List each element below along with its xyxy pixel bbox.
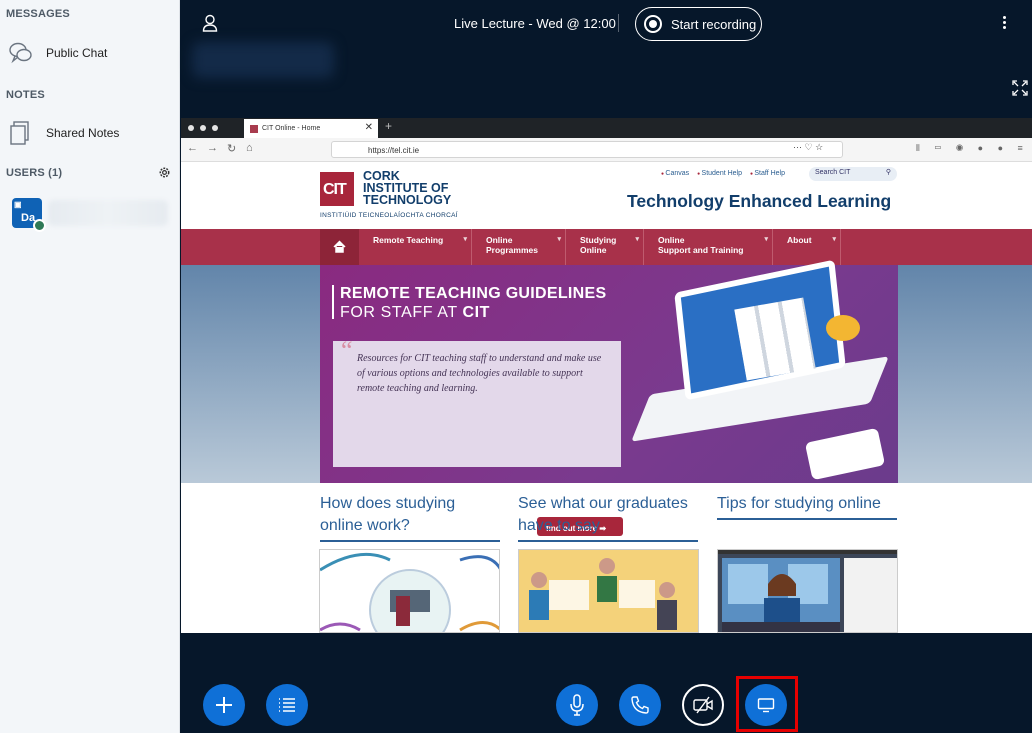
plus-icon bbox=[216, 697, 232, 713]
institute-irish-name: INSTITIÚID TEICNEOLAÍOCHTA CHORCAÍ bbox=[320, 212, 458, 219]
quote-text: Resources for CIT teaching staff to unde… bbox=[357, 353, 602, 394]
screenshare-view[interactable]: CIT Online - Home ✕ + ← → ↻ ⌂ https://te… bbox=[181, 118, 1032, 633]
user-list-item[interactable]: ▣ Da bbox=[8, 194, 174, 234]
site-title: Technology Enhanced Learning bbox=[627, 191, 892, 211]
microphone-icon bbox=[570, 694, 584, 716]
fullscreen-icon[interactable] bbox=[1012, 80, 1028, 96]
record-label: Start recording bbox=[671, 16, 757, 32]
meeting-title: Live Lecture - Wed @ 12:00 bbox=[454, 16, 616, 31]
audio-phone-button[interactable] bbox=[619, 684, 661, 726]
shared-notes-label: Shared Notes bbox=[46, 126, 120, 140]
toolbar-extensions-icon: ⫴ ▭ ◉ ● ● ≡ bbox=[916, 143, 1029, 153]
browser-toolbar: ← → ↻ ⌂ https://tel.cit.ie ··· ♡ ☆ ⫴ ▭ ◉… bbox=[181, 138, 1032, 162]
public-chat-label: Public Chat bbox=[46, 46, 108, 60]
new-tab-icon: + bbox=[385, 119, 393, 133]
nav-studying-online: Studying Online bbox=[566, 229, 644, 265]
url-text: https://tel.cit.ie bbox=[368, 146, 420, 155]
user-name-blurred bbox=[48, 200, 168, 226]
presenter-name-blurred bbox=[192, 42, 334, 78]
nav-online-support: Online Support and Training bbox=[644, 229, 773, 265]
user-icon[interactable] bbox=[202, 14, 218, 32]
actions-button[interactable] bbox=[203, 684, 245, 726]
studying-illustration bbox=[319, 549, 500, 633]
hero-subheading: FOR STAFF AT CIT bbox=[340, 304, 491, 321]
window-minimize-dot bbox=[200, 125, 206, 131]
nav-home-icon bbox=[320, 229, 359, 265]
presenter-icon: ▣ bbox=[14, 200, 22, 209]
utility-links: Canvas Student Help Staff Help bbox=[661, 170, 791, 177]
public-chat-item[interactable]: Public Chat bbox=[8, 36, 174, 70]
site-search-input: Search CIT ⚲ bbox=[809, 167, 897, 181]
shared-notes-item[interactable]: Shared Notes bbox=[8, 116, 174, 150]
cit-logo: CIT bbox=[320, 172, 354, 206]
link-student-help: Student Help bbox=[697, 170, 742, 177]
home-icon: ⌂ bbox=[246, 142, 253, 154]
close-tab-icon: ✕ bbox=[364, 122, 373, 133]
graduates-illustration bbox=[518, 549, 699, 633]
books-illustration bbox=[734, 297, 816, 381]
polls-list-button[interactable] bbox=[266, 684, 308, 726]
column-heading-graduates: See what our graduates have to say bbox=[518, 493, 698, 542]
messages-heading: MESSAGES bbox=[6, 8, 70, 20]
start-recording-button[interactable]: Start recording bbox=[635, 7, 762, 41]
browser-tab-bar: CIT Online - Home ✕ + bbox=[181, 118, 1032, 138]
window-close-dot bbox=[188, 125, 194, 131]
camera-button[interactable] bbox=[682, 684, 724, 726]
sidebar: MESSAGES Public Chat NOTES Shared Notes … bbox=[0, 0, 180, 733]
conference-app: MESSAGES Public Chat NOTES Shared Notes … bbox=[0, 0, 1032, 733]
tablet-illustration bbox=[804, 427, 886, 481]
nav-remote-teaching: Remote Teaching bbox=[359, 229, 472, 265]
column-heading-tips: Tips for studying online bbox=[717, 493, 897, 520]
gear-icon[interactable] bbox=[157, 165, 172, 180]
hero-accent-bar bbox=[332, 285, 334, 319]
favicon-icon bbox=[250, 124, 258, 133]
list-icon bbox=[279, 698, 295, 712]
site-nav: Remote Teaching Online Programmes Studyi… bbox=[181, 229, 1032, 265]
record-icon bbox=[644, 15, 662, 33]
nav-about: About bbox=[773, 229, 841, 265]
link-staff-help: Staff Help bbox=[750, 170, 785, 177]
phone-icon bbox=[631, 696, 649, 714]
site-header: CIT CORK INSTITUTE OF TECHNOLOGY INSTITI… bbox=[181, 162, 1032, 229]
institute-name: CORK INSTITUTE OF TECHNOLOGY bbox=[363, 169, 452, 207]
reload-icon: ↻ bbox=[227, 143, 237, 155]
mic-status-icon bbox=[33, 219, 46, 232]
notes-icon bbox=[10, 121, 29, 145]
column-heading-studying: How does studying online work? bbox=[320, 493, 500, 542]
microphone-button[interactable] bbox=[556, 684, 598, 726]
video-off-icon bbox=[693, 696, 713, 714]
forward-icon: → bbox=[207, 142, 218, 154]
tab-title: CIT Online - Home bbox=[262, 125, 321, 132]
avatar: ▣ Da bbox=[12, 198, 46, 232]
notes-heading: NOTES bbox=[6, 89, 45, 101]
search-icon: ⚲ bbox=[885, 169, 891, 176]
options-menu-icon[interactable] bbox=[998, 14, 1010, 34]
hero-quote: Resources for CIT teaching staff to unde… bbox=[333, 341, 623, 536]
chat-icon bbox=[9, 42, 32, 64]
link-canvas: Canvas bbox=[661, 170, 689, 177]
tips-illustration bbox=[717, 549, 898, 633]
back-icon: ← bbox=[187, 142, 198, 154]
divider bbox=[618, 14, 619, 32]
browser-tab: CIT Online - Home ✕ bbox=[244, 119, 378, 138]
window-zoom-dot bbox=[212, 125, 218, 131]
users-heading: USERS (1) bbox=[6, 167, 63, 179]
chat-bubble-illustration bbox=[826, 315, 860, 341]
page-actions-icon: ··· ♡ ☆ bbox=[793, 142, 824, 152]
hero-banner: REMOTE TEACHING GUIDELINES FOR STAFF AT … bbox=[320, 259, 898, 536]
screen-share-highlight-box bbox=[736, 676, 798, 732]
hero-heading: REMOTE TEACHING GUIDELINES bbox=[340, 285, 607, 302]
top-bar: Live Lecture - Wed @ 12:00 Start recordi… bbox=[180, 0, 1032, 48]
address-bar: https://tel.cit.ie bbox=[331, 141, 843, 158]
nav-online-programmes: Online Programmes bbox=[472, 229, 566, 265]
